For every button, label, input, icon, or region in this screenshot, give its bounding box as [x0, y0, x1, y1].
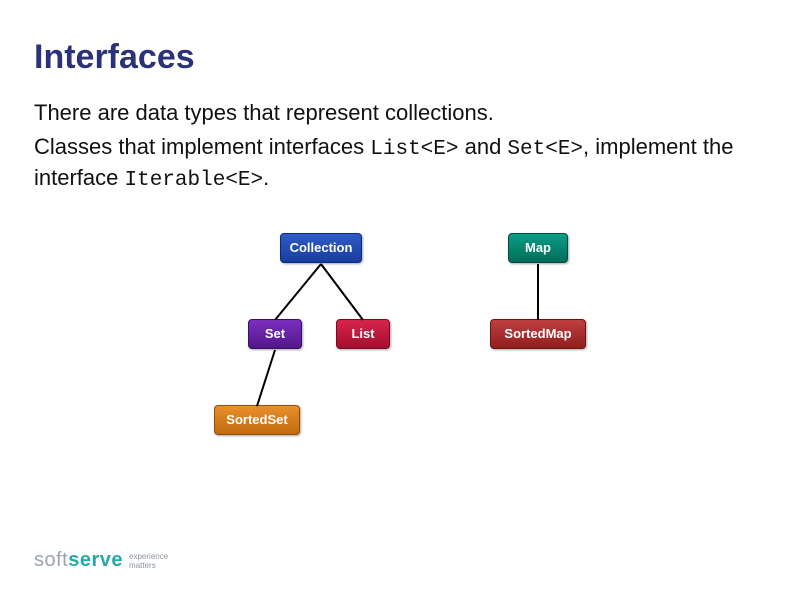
node-collection: Collection [280, 233, 362, 263]
code-list-e: List<E> [370, 138, 458, 161]
diagram-wrap: Collection Map Set List SortedMap Sorted… [34, 227, 766, 457]
paragraph-1: There are data types that represent coll… [34, 99, 766, 127]
tagline-line-2: matters [129, 561, 156, 570]
code-iterable-e: Iterable<E> [125, 169, 264, 192]
logo-soft: soft [34, 549, 68, 571]
hierarchy-diagram: Collection Map Set List SortedMap Sorted… [170, 227, 630, 457]
node-sortedset: SortedSet [214, 405, 300, 435]
edge-map-sortedmap [537, 264, 539, 320]
body-text: There are data types that represent coll… [34, 99, 766, 195]
node-list: List [336, 319, 390, 349]
footer: softserve experience matters [34, 549, 168, 572]
edge-collection-list [320, 263, 364, 320]
p2-text-b: and [458, 134, 507, 159]
logo-serve: serve [68, 549, 123, 571]
p2-text-d: . [263, 165, 269, 190]
softserve-logo: softserve [34, 549, 123, 572]
edge-collection-set [274, 263, 322, 320]
page-title: Interfaces [34, 38, 766, 77]
paragraph-2: Classes that implement interfaces List<E… [34, 133, 766, 195]
code-set-e: Set<E> [507, 138, 583, 161]
tagline: experience matters [129, 552, 168, 570]
node-map: Map [508, 233, 568, 263]
node-sortedmap: SortedMap [490, 319, 586, 349]
node-set: Set [248, 319, 302, 349]
edge-set-sortedset [256, 350, 276, 407]
p2-text-a: Classes that implement interfaces [34, 134, 370, 159]
slide: Interfaces There are data types that rep… [0, 0, 800, 600]
tagline-line-1: experience [129, 552, 168, 561]
